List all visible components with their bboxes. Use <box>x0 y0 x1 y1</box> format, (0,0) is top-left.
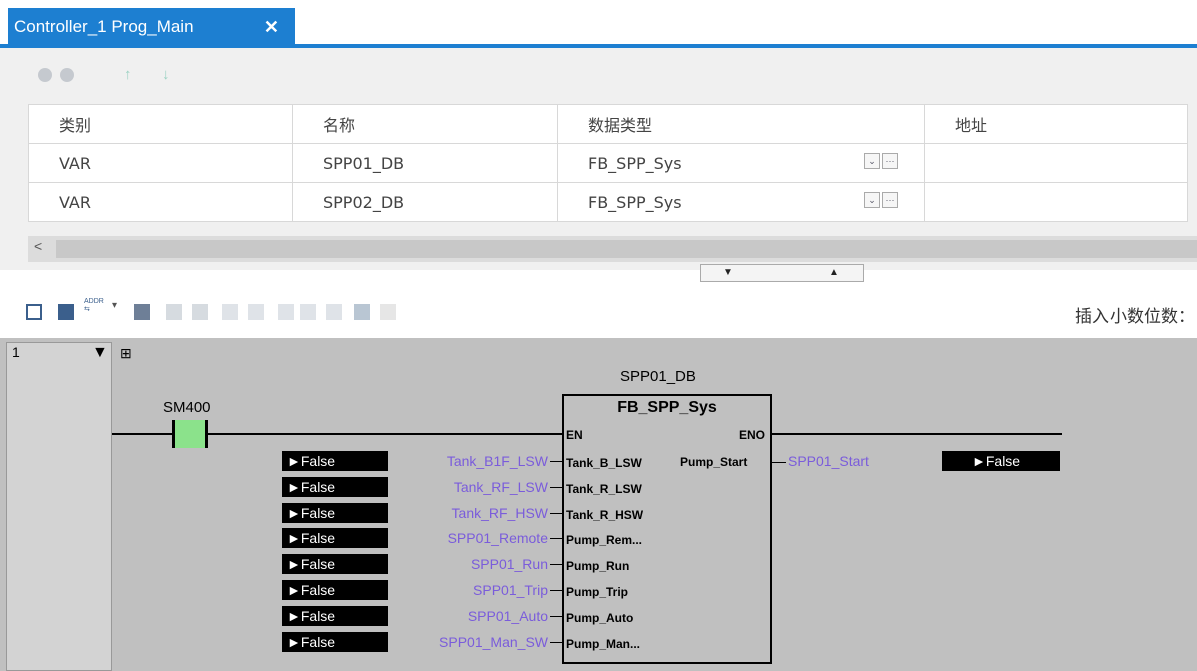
input-monitor-value: ►False <box>282 606 388 626</box>
properties-icon[interactable] <box>26 304 42 320</box>
datatype-dropdown-button[interactable]: ⌄ <box>864 153 880 169</box>
addr-display-icon[interactable]: ADDR ⇆ <box>84 298 110 314</box>
input-tick <box>550 564 562 565</box>
input-pin: Pump_Rem... <box>566 533 643 547</box>
delete-row-icon[interactable] <box>60 68 74 82</box>
scroll-thumb[interactable] <box>56 240 1197 258</box>
no-contact[interactable] <box>172 420 208 448</box>
input-monitor-value: ►False <box>282 477 388 497</box>
input-tick <box>550 538 562 539</box>
scroll-left-icon[interactable]: < <box>34 238 42 254</box>
toolbar-icon-5[interactable] <box>166 304 182 320</box>
pin-output: Pump_Start <box>680 455 748 469</box>
input-variable[interactable]: Tank_RF_HSW <box>392 505 548 521</box>
input-pin: Pump_Trip <box>566 585 629 599</box>
output-monitor-value: ►False <box>942 451 1060 471</box>
input-pin: Pump_Man... <box>566 637 641 651</box>
rung-collapse-icon[interactable]: ▼ <box>92 344 108 362</box>
input-variable[interactable]: SPP01_Trip <box>392 582 548 598</box>
input-monitor-value: ►False <box>282 503 388 523</box>
add-row-icon[interactable] <box>38 68 52 82</box>
monitor-icon[interactable] <box>134 304 150 320</box>
wire-to-en <box>206 433 562 435</box>
input-tick <box>550 616 562 617</box>
input-variable[interactable]: SPP01_Auto <box>392 608 548 624</box>
cell-category[interactable]: VAR <box>28 143 293 183</box>
pin-en: EN <box>566 428 583 442</box>
input-tick <box>550 642 562 643</box>
move-up-icon[interactable]: ↑ <box>124 66 132 83</box>
input-variable[interactable]: SPP01_Remote <box>392 530 548 546</box>
fb-type-name: FB_SPP_Sys <box>617 399 717 416</box>
input-variable[interactable]: Tank_RF_LSW <box>392 479 548 495</box>
input-pin: Tank_B_LSW <box>566 456 642 470</box>
contact-left-bar <box>172 420 175 448</box>
contact-label: SM400 <box>163 399 211 416</box>
pin-eno: ENO <box>739 428 766 442</box>
input-monitor-value: ►False <box>282 580 388 600</box>
wire-from-eno <box>772 433 1062 435</box>
cell-address[interactable] <box>924 182 1188 222</box>
input-monitor-value: ►False <box>282 528 388 548</box>
decimal-places-label: 小数位数： <box>1110 307 1195 327</box>
tab-controller-prog-main[interactable]: Controller_1 Prog_Main ✕ <box>8 8 295 46</box>
addr-label: ADDR <box>84 298 104 305</box>
cell-name[interactable]: SPP01_DB <box>292 143 558 183</box>
close-icon[interactable]: ✕ <box>264 8 279 46</box>
chevron-down-icon[interactable]: ▾ <box>112 300 128 316</box>
output-tick <box>772 462 786 463</box>
input-pin: Tank_R_LSW <box>566 482 642 496</box>
output-variable[interactable]: SPP01_Start <box>788 453 869 469</box>
input-monitor-value: ►False <box>282 554 388 574</box>
tab-title: Controller_1 Prog_Main <box>14 17 194 36</box>
move-down-icon[interactable]: ↓ <box>162 66 170 83</box>
expand-icon[interactable]: ⊞ <box>120 345 132 362</box>
input-monitor-value: ►False <box>282 451 388 471</box>
toolbar-icon-10[interactable] <box>300 304 316 320</box>
cell-address[interactable] <box>924 143 1188 183</box>
cell-category[interactable]: VAR <box>28 182 293 222</box>
panel-splitter[interactable]: ▼ ▲ <box>700 264 864 282</box>
datatype-dropdown-button[interactable]: ⌄ <box>864 192 880 208</box>
input-variable[interactable]: SPP01_Man_SW <box>392 634 548 650</box>
datatype-browse-button[interactable]: ··· <box>882 153 898 169</box>
datatype-browse-button[interactable]: ··· <box>882 192 898 208</box>
toolbar-icon-13[interactable] <box>380 304 396 320</box>
header-datatype[interactable]: 数据类型 <box>557 104 925 144</box>
rung-number: 1 <box>12 344 20 360</box>
toolbar-icon-6[interactable] <box>192 304 208 320</box>
cell-name[interactable]: SPP02_DB <box>292 182 558 222</box>
input-tick <box>550 513 562 514</box>
input-pin: Pump_Auto <box>566 611 634 625</box>
toolbar-icon-11[interactable] <box>326 304 342 320</box>
toolbar-icon-8[interactable] <box>248 304 264 320</box>
table-header-row: 类别 名称 数据类型 地址 <box>28 104 1188 144</box>
toolbar-icon-12[interactable] <box>354 304 370 320</box>
horizontal-scrollbar[interactable]: < <box>28 236 1197 262</box>
collapse-up-icon[interactable]: ▲ <box>829 267 839 278</box>
collapse-down-icon[interactable]: ▼ <box>723 267 733 278</box>
header-category[interactable]: 类别 <box>28 104 293 144</box>
contact-right-bar <box>205 420 208 448</box>
table-row[interactable]: VAR SPP01_DB FB_SPP_Sys <box>28 143 1188 183</box>
insert-contact-icon[interactable] <box>58 304 74 320</box>
toolbar-icon-9[interactable] <box>278 304 294 320</box>
input-variable[interactable]: SPP01_Run <box>392 556 548 572</box>
fb-instance-name: SPP01_DB <box>620 368 696 385</box>
variable-table: 类别 名称 数据类型 地址 VAR SPP01_DB FB_SPP_Sys VA… <box>28 104 1188 222</box>
wire-left-rail <box>112 433 176 435</box>
input-pin: Pump_Run <box>566 559 630 573</box>
toolbar-icon-7[interactable] <box>222 304 238 320</box>
insert-mode-label: 插入 <box>1075 307 1109 327</box>
input-tick <box>550 461 562 462</box>
input-tick <box>550 487 562 488</box>
input-variable[interactable]: Tank_B1F_LSW <box>392 453 548 469</box>
input-tick <box>550 590 562 591</box>
input-pin: Tank_R_HSW <box>566 508 644 522</box>
table-row[interactable]: VAR SPP02_DB FB_SPP_Sys <box>28 182 1188 222</box>
rung-gutter <box>6 342 112 671</box>
header-address[interactable]: 地址 <box>924 104 1188 144</box>
input-monitor-value: ►False <box>282 632 388 652</box>
header-name[interactable]: 名称 <box>292 104 558 144</box>
